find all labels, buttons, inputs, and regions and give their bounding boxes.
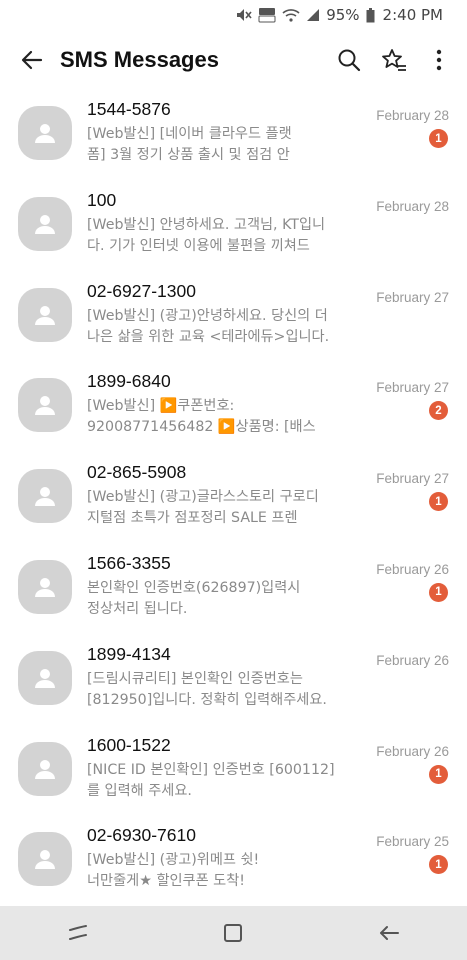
clock: 2:40 PM bbox=[382, 6, 443, 24]
message-preview: 본인확인 인증번호(626897)입력시 정상처리 됩니다. bbox=[87, 579, 301, 617]
person-icon bbox=[35, 759, 55, 779]
sender-name: 02-6930-7610 bbox=[87, 825, 196, 846]
page-title: SMS Messages bbox=[60, 47, 219, 72]
message-row[interactable]: 1600-1522 [NICE ID 본인확인] 인증번호 [600112] 를… bbox=[0, 726, 467, 817]
person-icon bbox=[35, 577, 55, 597]
more-vert-icon[interactable] bbox=[425, 46, 453, 74]
message-date: February 26 bbox=[376, 743, 449, 759]
sender-name: 1899-4134 bbox=[87, 643, 171, 664]
message-preview: [Web발신] (광고)글라스스토리 구로디 지털점 초특가 점포정리 SALE… bbox=[87, 489, 319, 527]
message-row[interactable]: 02-6927-1300 [Web발신] (광고)안녕하세요. 당신의 더 나은… bbox=[0, 272, 467, 363]
message-date: February 28 bbox=[376, 108, 449, 123]
message-row[interactable]: 02-6930-7610 [Web발신] (광고)위메프 쉿! 너만줄게★ 할인… bbox=[0, 816, 467, 907]
unread-badge: 1 bbox=[429, 582, 448, 602]
message-date: February 25 bbox=[376, 834, 449, 850]
back-arrow-icon[interactable] bbox=[18, 46, 46, 74]
unread-badge: 1 bbox=[429, 129, 448, 148]
message-preview: [Web발신] ▶️쿠폰번호: 92008771456482 ▶️상품명: [배… bbox=[87, 398, 316, 436]
avatar bbox=[18, 832, 72, 887]
unread-badge: 1 bbox=[429, 492, 448, 512]
app-bar: SMS Messages bbox=[0, 30, 467, 90]
person-icon bbox=[35, 668, 55, 688]
message-date: February 27 bbox=[376, 289, 449, 305]
avatar bbox=[18, 469, 72, 524]
mute-icon bbox=[236, 8, 252, 22]
person-icon bbox=[35, 396, 55, 416]
message-preview: [Web발신] 안녕하세요. 고객님, KT입니 다. 기가 인터넷 이용에 불… bbox=[87, 216, 326, 254]
message-row[interactable]: 1544-5876 [Web발신] [네이버 클라우드 플랫 폼] 3월 정기 … bbox=[0, 90, 467, 181]
message-date: February 27 bbox=[376, 471, 449, 487]
message-row[interactable]: 1899-4134 [드림시큐리티] 본인확인 인증번호는 [812950]입니… bbox=[0, 635, 467, 726]
sender-name: 02-865-5908 bbox=[87, 462, 187, 483]
message-date: February 28 bbox=[376, 198, 449, 214]
person-icon bbox=[35, 124, 55, 143]
message-date: February 27 bbox=[376, 380, 449, 396]
search-icon[interactable] bbox=[335, 46, 363, 74]
sender-name: 1566-3355 bbox=[87, 552, 171, 573]
message-row[interactable]: 02-865-5908 [Web발신] (광고)글라스스토리 구로디 지털점 초… bbox=[0, 453, 467, 544]
person-icon bbox=[35, 487, 55, 507]
avatar bbox=[18, 559, 72, 614]
avatar bbox=[18, 378, 72, 433]
sender-name: 02-6927-1300 bbox=[87, 280, 196, 301]
unread-badge: 2 bbox=[429, 401, 448, 421]
recents-icon[interactable] bbox=[58, 913, 98, 953]
sender-name: 1899-6840 bbox=[87, 371, 171, 392]
message-preview: [NICE ID 본인확인] 인증번호 [600112] 를 입력해 주세요. bbox=[87, 761, 335, 799]
star-list-icon[interactable] bbox=[380, 46, 408, 74]
sender-name: 100 bbox=[87, 189, 117, 210]
avatar bbox=[18, 196, 72, 251]
avatar bbox=[18, 741, 72, 796]
message-row[interactable]: 1899-6840 [Web발신] ▶️쿠폰번호: 92008771456482… bbox=[0, 362, 467, 453]
message-preview: [Web발신] (광고)안녕하세요. 당신의 더 나은 삶을 위한 교육 <테라… bbox=[87, 307, 330, 345]
person-icon bbox=[35, 305, 55, 325]
unread-badge: 1 bbox=[429, 764, 448, 784]
wifi-icon bbox=[282, 8, 300, 22]
message-preview: [Web발신] [네이버 클라우드 플랫 폼] 3월 정기 상품 출시 및 점검… bbox=[87, 126, 292, 163]
battery-icon bbox=[366, 7, 375, 23]
person-icon bbox=[35, 214, 55, 234]
back-nav-icon[interactable] bbox=[369, 913, 409, 953]
message-row[interactable]: 100 [Web발신] 안녕하세요. 고객님, KT입니 다. 기가 인터넷 이… bbox=[0, 181, 467, 272]
nav-bar bbox=[0, 906, 467, 960]
person-icon bbox=[35, 850, 55, 870]
unread-badge: 1 bbox=[429, 855, 448, 875]
home-icon[interactable] bbox=[213, 913, 253, 953]
status-bar: 95% 2:40 PM bbox=[0, 0, 467, 30]
signal-icon bbox=[306, 8, 320, 22]
message-list: 1544-5876 [Web발신] [네이버 클라우드 플랫 폼] 3월 정기 … bbox=[0, 90, 467, 907]
message-date: February 26 bbox=[376, 561, 449, 577]
sender-name: 1600-1522 bbox=[87, 734, 171, 755]
avatar bbox=[18, 287, 72, 342]
message-preview: [드림시큐리티] 본인확인 인증번호는 [812950]입니다. 정확히 입력해… bbox=[87, 670, 327, 708]
sender-name: 1544-5876 bbox=[87, 99, 171, 119]
volte-icon bbox=[258, 7, 276, 23]
avatar bbox=[18, 106, 72, 160]
message-preview: [Web발신] (광고)위메프 쉿! 너만줄게★ 할인쿠폰 도착! bbox=[87, 852, 260, 890]
avatar bbox=[18, 650, 72, 705]
message-row[interactable]: 1566-3355 본인확인 인증번호(626897)입력시 정상처리 됩니다.… bbox=[0, 544, 467, 635]
battery-percent: 95% bbox=[326, 6, 360, 24]
message-date: February 26 bbox=[376, 652, 449, 668]
